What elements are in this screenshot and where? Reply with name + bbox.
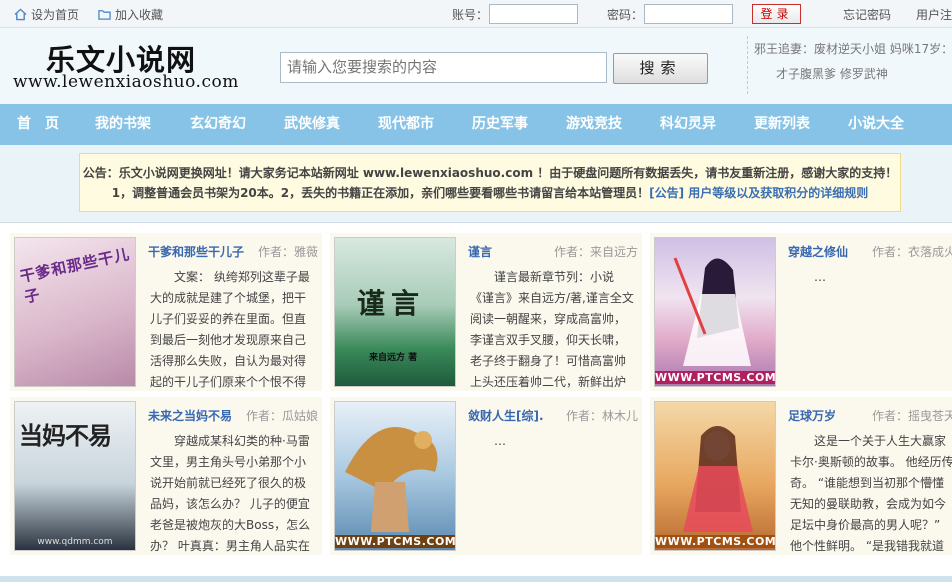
book-title[interactable]: 未来之当妈不易 — [148, 407, 232, 424]
forgot-password-link[interactable]: 忘记密码 — [843, 6, 891, 23]
cover-watermark: WWW.PTCMS.COM — [335, 535, 456, 548]
book-grid: 干爹和那些干儿子 干爹和那些干儿子 作者：雅薇 文案： 纨绔郑列这辈子最大的成就… — [0, 222, 952, 582]
cover-figure-illustration — [683, 426, 753, 532]
book-title[interactable]: 敛财人生[综]. — [468, 407, 544, 424]
nav-urban[interactable]: 现代都市 — [378, 104, 434, 145]
bottom-strip — [0, 576, 952, 582]
cover-figure-illustration — [673, 257, 751, 366]
nav-scifi[interactable]: 科幻灵异 — [660, 104, 716, 145]
cover-watermark: www.qdmm.com — [37, 537, 113, 547]
book-description: 穿越成某科幻类的种·马雷文里，男主角头号小弟那个小说开始前就已经死了很久的极品妈… — [150, 434, 311, 553]
cover-title-text: 谨言 — [357, 287, 426, 320]
set-homepage-label: 设为首页 — [31, 8, 80, 22]
book-title[interactable]: 穿越之修仙 — [788, 243, 848, 260]
book-card: WWW.PTCMS.COM 穿越之修仙 作者：衣落成火 … — [650, 233, 952, 391]
book-title[interactable]: 谨言 — [468, 243, 492, 260]
book-cover[interactable]: WWW.PTCMS.COM — [654, 237, 776, 387]
book-author[interactable]: 作者：林木儿 — [566, 407, 638, 424]
book-description: … — [494, 434, 506, 448]
nav-games[interactable]: 游戏竞技 — [566, 104, 622, 145]
cover-griffin-illustration — [345, 427, 438, 532]
cover-title-text: 干爹和那些干儿子 — [18, 244, 132, 307]
folder-icon — [98, 10, 111, 20]
account-input[interactable] — [489, 4, 578, 24]
book-cover[interactable]: WWW.PTCMS.COM — [334, 401, 456, 551]
nav-wuxia[interactable]: 武侠修真 — [284, 104, 340, 145]
cover-watermark: WWW.PTCMS.COM — [655, 535, 776, 548]
nav-my-bookshelf[interactable]: 我的书架 — [95, 104, 151, 145]
book-card: WWW.PTCMS.COM 足球万岁 作者：摇曳苍天 这是一个关于人生大赢家卡尔… — [650, 397, 952, 555]
main-nav: 首 页 我的书架 玄幻奇幻 武侠修真 现代都市 历史军事 游戏竞技 科幻灵异 更… — [0, 104, 952, 145]
book-card: WWW.PTCMS.COM 敛财人生[综]. 作者：林木儿 … — [330, 397, 642, 555]
add-favorite-link[interactable]: 加入收藏 — [98, 6, 163, 23]
site-header: 乐文小说网 www.lewenxiaoshuo.com 搜索 邪王追妻：废材逆天… — [0, 28, 952, 104]
book-author[interactable]: 作者：瓜姑娘 — [246, 407, 318, 424]
hot-books-line-1[interactable]: 邪王追妻：废材逆天小姐 妈咪17岁： — [754, 40, 952, 57]
book-author[interactable]: 作者：摇曳苍天 — [872, 407, 952, 424]
book-card: 当妈不易 www.qdmm.com 未来之当妈不易 作者：瓜姑娘 穿越成某科幻类… — [10, 397, 322, 555]
nav-update-list[interactable]: 更新列表 — [754, 104, 810, 145]
book-card: 谨言 来自远方 著 谨言 作者：来自远方 谨言最新章节列：小说《谨言》来自远方/… — [330, 233, 642, 391]
password-input[interactable] — [644, 4, 733, 24]
hot-books-line-2[interactable]: 才子腹黑爹 修罗武神 — [776, 65, 888, 82]
book-author[interactable]: 作者：衣落成火 — [872, 243, 952, 260]
top-bar: 设为首页 加入收藏 账号： 密码： 登录 忘记密码 用户注 — [0, 0, 952, 28]
book-description: … — [814, 270, 826, 284]
search-button[interactable]: 搜索 — [613, 53, 708, 84]
nav-fantasy[interactable]: 玄幻奇幻 — [190, 104, 246, 145]
password-label: 密码： — [607, 8, 644, 22]
nav-home[interactable]: 首 页 — [17, 104, 59, 145]
book-description: 这是一个关于人生大赢家卡尔·奥斯顿的故事。 他经历传奇。 “谁能想到当初那个懵懂… — [790, 434, 952, 553]
register-link[interactable]: 用户注 — [916, 6, 952, 23]
set-homepage-link[interactable]: 设为首页 — [14, 6, 79, 23]
book-author[interactable]: 作者：来自远方 — [554, 243, 638, 260]
book-cover[interactable]: WWW.PTCMS.COM — [654, 401, 776, 551]
cover-author-text: 来自远方 著 — [369, 353, 418, 363]
book-title[interactable]: 足球万岁 — [788, 407, 836, 424]
book-title[interactable]: 干爹和那些干儿子 — [148, 243, 244, 260]
book-card: 干爹和那些干儿子 干爹和那些干儿子 作者：雅薇 文案： 纨绔郑列这辈子最大的成就… — [10, 233, 322, 391]
cover-watermark: WWW.PTCMS.COM — [655, 371, 776, 384]
announcement-line-2: 1，调整普通会员书架为20本。2，丢失的书籍正在添加，亲们哪些要看哪些书请留言给… — [111, 186, 650, 200]
book-cover[interactable]: 干爹和那些干儿子 — [14, 237, 136, 387]
nav-history[interactable]: 历史军事 — [472, 104, 528, 145]
book-description: 谨言最新章节列：小说《谨言》来自远方/著,谨言全文阅读一朝醒来，穿成高富帅，李谨… — [470, 270, 634, 389]
add-favorite-label: 加入收藏 — [115, 8, 164, 22]
site-logo-url[interactable]: www.lewenxiaoshuo.com — [13, 72, 239, 92]
announcement-rules-link[interactable]: [公告] 用户等级以及获取积分的详细规则 — [649, 186, 868, 200]
home-icon — [14, 8, 27, 21]
search-input[interactable] — [280, 52, 607, 83]
account-label: 账号： — [452, 8, 489, 22]
book-cover[interactable]: 谨言 来自远方 著 — [334, 237, 456, 387]
cover-title-text: 当妈不易 — [19, 422, 112, 450]
announcement-box: 公告：乐文小说网更换网址！请大家务记本站新网址 www.lewenxiaoshu… — [79, 153, 901, 212]
announcement-line-1: 公告：乐文小说网更换网址！请大家务记本站新网址 www.lewenxiaoshu… — [82, 166, 898, 180]
book-cover[interactable]: 当妈不易 www.qdmm.com — [14, 401, 136, 551]
hot-books-box: 邪王追妻：废材逆天小姐 妈咪17岁： 才子腹黑爹 修罗武神 — [747, 36, 952, 94]
nav-all-novels[interactable]: 小说大全 — [848, 104, 904, 145]
book-description: 文案： 纨绔郑列这辈子最大的成就是建了个城堡，把干儿子们妥妥的养在里面。但直到最… — [150, 270, 310, 389]
login-button[interactable]: 登录 — [752, 4, 801, 24]
book-author[interactable]: 作者：雅薇 — [258, 243, 318, 260]
